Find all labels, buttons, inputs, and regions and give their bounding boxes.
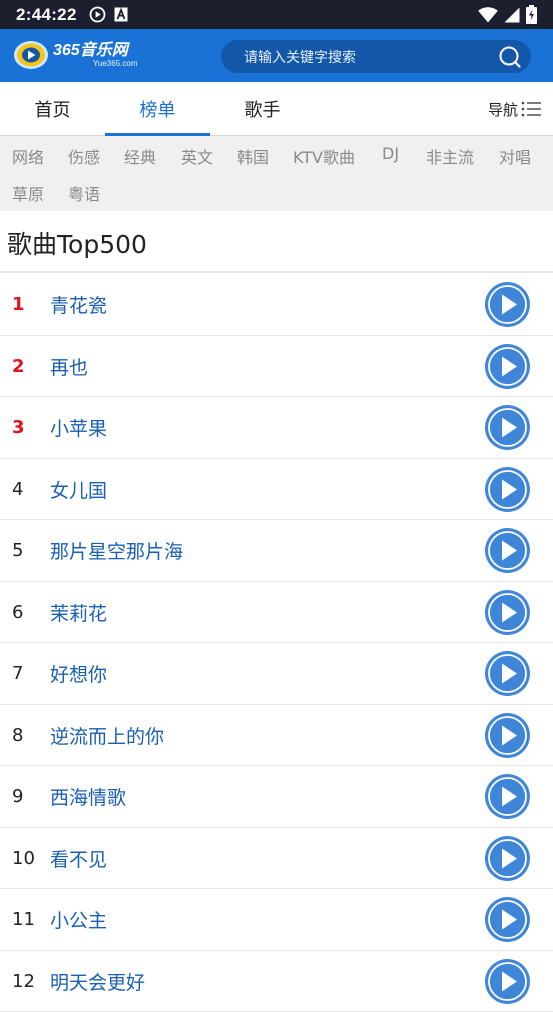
site-logo[interactable]: 365音乐网 Yue365.com	[13, 39, 137, 71]
song-rank: 3	[12, 397, 25, 458]
search-placeholder[interactable]: 请输入关键字搜索	[244, 47, 497, 67]
list-menu-icon	[521, 100, 541, 118]
play-button-icon[interactable]	[485, 590, 530, 635]
category-ktv[interactable]: KTV歌曲	[293, 144, 355, 168]
song-row: 12 明天会更好	[0, 951, 553, 1012]
battery-icon	[526, 5, 537, 24]
logo-brand: 365音乐网 Yue365.com	[53, 43, 137, 68]
category-sad[interactable]: 伤感	[68, 144, 100, 168]
category-network[interactable]: 网络	[12, 144, 44, 168]
status-time: 2:44:22	[16, 5, 77, 25]
play-button-icon[interactable]	[485, 959, 530, 1004]
song-row: 4 女儿国	[0, 459, 553, 521]
signal-icon	[504, 7, 520, 23]
song-rank: 11	[12, 889, 35, 950]
nav-menu-button[interactable]: 导航	[488, 82, 541, 136]
tab-charts[interactable]: 榜单	[105, 82, 210, 136]
category-non-mainstream[interactable]: 非主流	[426, 144, 474, 168]
category-strip: 网络 伤感 经典 英文 韩国 KTV歌曲 DJ 非主流 对唱 草原 粤语	[0, 136, 553, 211]
tab-home[interactable]: 首页	[0, 82, 105, 136]
search-icon[interactable]	[497, 44, 523, 70]
song-title-link[interactable]: 小苹果	[50, 397, 107, 458]
song-rank: 7	[12, 643, 23, 704]
play-button-icon[interactable]	[485, 467, 530, 512]
song-rank: 6	[12, 582, 23, 643]
song-title-link[interactable]: 茉莉花	[50, 582, 107, 643]
category-duet[interactable]: 对唱	[499, 144, 531, 168]
status-bar: 2:44:22	[0, 0, 553, 29]
song-row: 8 逆流而上的你	[0, 705, 553, 767]
category-grassland[interactable]: 草原	[12, 181, 44, 205]
song-row: 7 好想你	[0, 643, 553, 705]
logo-disc-icon	[13, 39, 49, 71]
song-row: 3 小苹果	[0, 397, 553, 459]
main-tabs: 首页 榜单 歌手 导航	[0, 82, 553, 136]
song-row: 9 西海情歌	[0, 766, 553, 828]
section-title: 歌曲Top500	[7, 225, 147, 261]
song-title-link[interactable]: 女儿国	[50, 459, 107, 520]
play-circle-icon	[89, 6, 106, 23]
wifi-icon	[478, 7, 498, 23]
song-title-link[interactable]: 那片星空那片海	[50, 520, 183, 581]
play-button-icon[interactable]	[485, 651, 530, 696]
song-title-link[interactable]: 逆流而上的你	[50, 705, 164, 766]
song-rank: 10	[12, 828, 35, 889]
category-classic[interactable]: 经典	[124, 144, 156, 168]
nav-label: 导航	[488, 99, 518, 120]
play-button-icon[interactable]	[485, 774, 530, 819]
song-rank: 4	[12, 459, 23, 520]
play-button-icon[interactable]	[485, 836, 530, 881]
category-english[interactable]: 英文	[181, 144, 213, 168]
song-row: 5 那片星空那片海	[0, 520, 553, 582]
play-button-icon[interactable]	[485, 344, 530, 389]
status-right-icons	[478, 5, 537, 24]
song-row: 2 再也	[0, 336, 553, 398]
play-button-icon[interactable]	[485, 405, 530, 450]
song-title-link[interactable]: 明天会更好	[50, 951, 145, 1012]
category-korean[interactable]: 韩国	[237, 144, 269, 168]
play-button-icon[interactable]	[485, 897, 530, 942]
a-box-icon	[114, 7, 128, 22]
category-dj[interactable]: DJ	[382, 144, 399, 163]
play-button-icon[interactable]	[485, 713, 530, 758]
song-rank: 12	[12, 951, 35, 1012]
song-row: 6 茉莉花	[0, 582, 553, 644]
song-title-link[interactable]: 看不见	[50, 828, 107, 889]
song-rank: 9	[12, 766, 23, 827]
play-button-icon[interactable]	[485, 282, 530, 327]
song-rank: 8	[12, 705, 23, 766]
song-row: 10 看不见	[0, 828, 553, 890]
app-header: 365音乐网 Yue365.com 请输入关键字搜索	[0, 29, 553, 82]
search-bar[interactable]: 请输入关键字搜索	[221, 40, 531, 73]
song-list: 1 青花瓷 2 再也 3 小苹果 4 女儿国 5 那片星空那片海 6 茉莉花 7…	[0, 274, 553, 1012]
song-title-link[interactable]: 小公主	[50, 889, 107, 950]
song-title-link[interactable]: 西海情歌	[50, 766, 126, 827]
song-row: 11 小公主	[0, 889, 553, 951]
tab-singers[interactable]: 歌手	[210, 82, 315, 136]
logo-domain: Yue365.com	[93, 59, 137, 68]
play-button-icon[interactable]	[485, 528, 530, 573]
song-title-link[interactable]: 好想你	[50, 643, 107, 704]
section-header: 歌曲Top500	[0, 211, 553, 273]
song-row: 1 青花瓷	[0, 274, 553, 336]
song-rank: 2	[12, 336, 25, 397]
song-rank: 5	[12, 520, 23, 581]
song-title-link[interactable]: 青花瓷	[50, 274, 107, 335]
logo-text: 365音乐网	[53, 43, 137, 59]
song-title-link[interactable]: 再也	[50, 336, 88, 397]
status-left-icons	[89, 6, 128, 23]
song-rank: 1	[12, 274, 25, 335]
category-cantonese[interactable]: 粤语	[68, 181, 100, 205]
